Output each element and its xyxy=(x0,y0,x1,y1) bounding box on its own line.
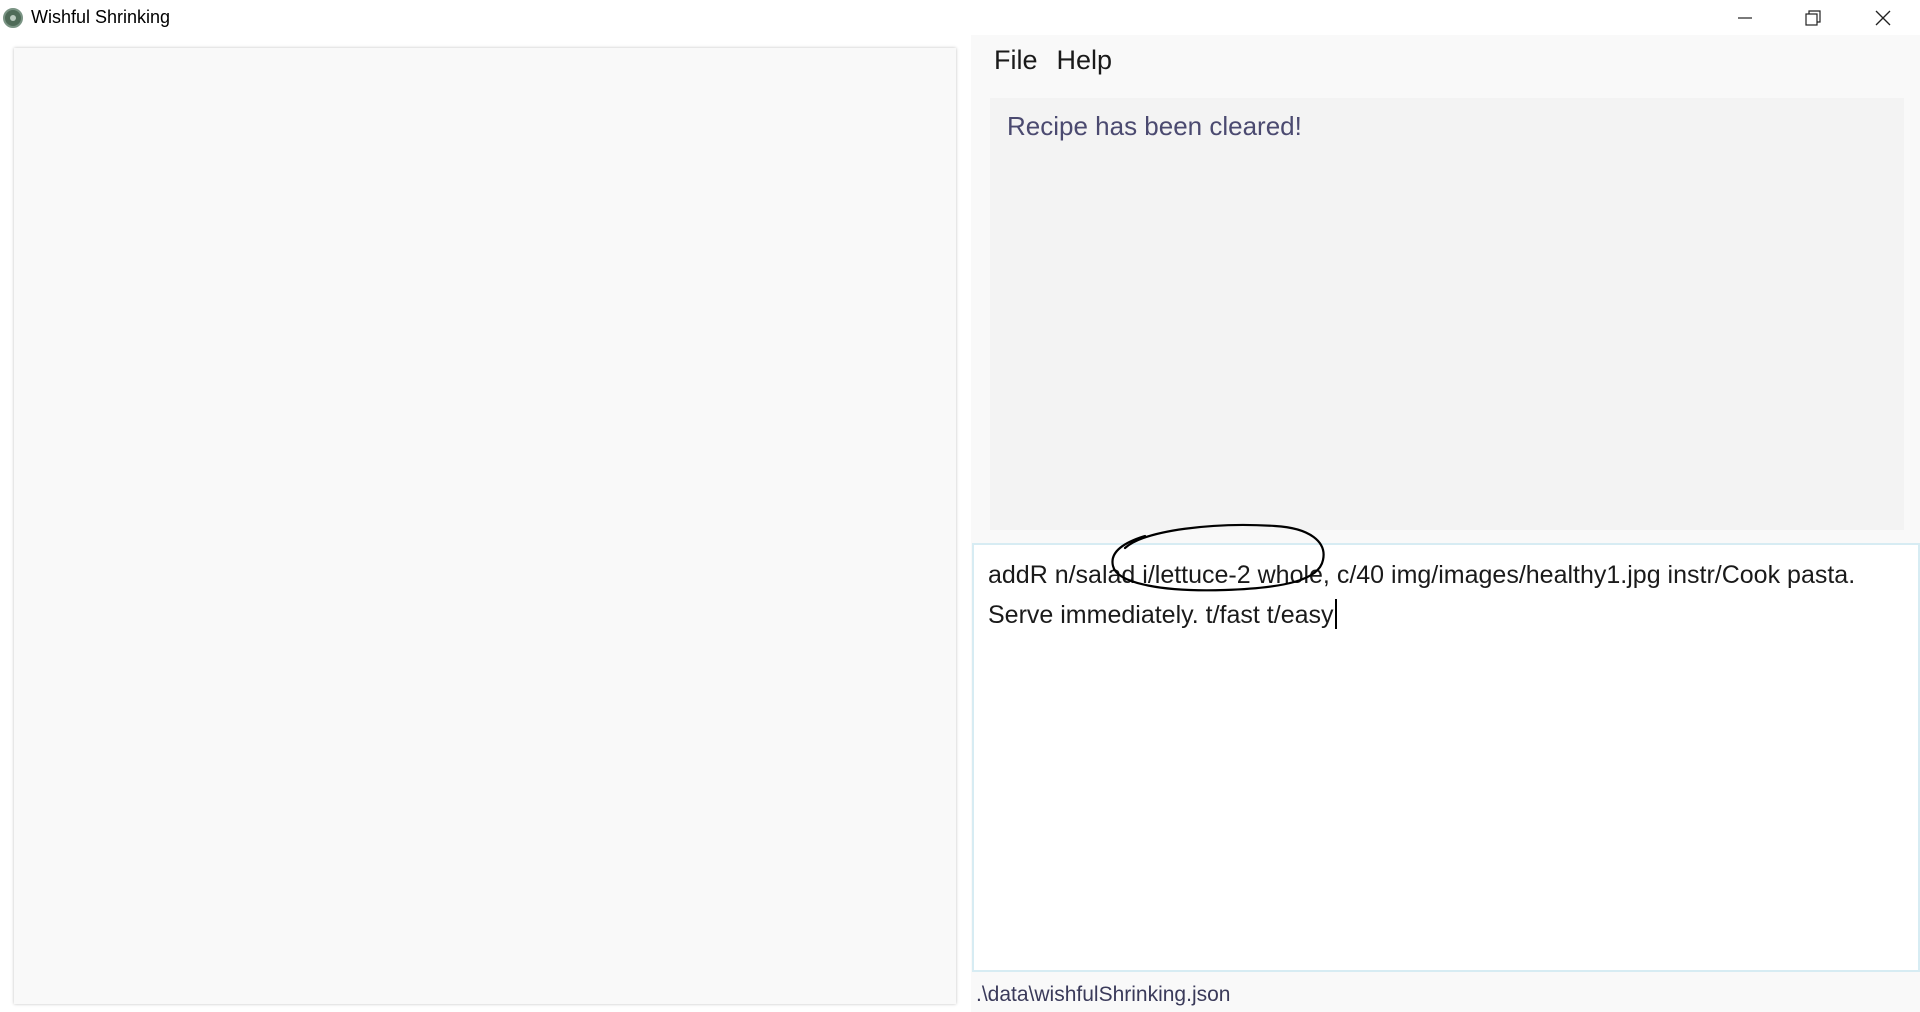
minimize-button[interactable] xyxy=(1710,0,1780,35)
recipe-list-panel[interactable] xyxy=(14,48,956,1004)
minimize-icon xyxy=(1738,11,1752,25)
menu-file[interactable]: File xyxy=(971,40,1052,80)
restore-icon xyxy=(1805,9,1821,26)
title-bar: Wishful Shrinking xyxy=(0,0,1920,35)
text-caret xyxy=(1334,599,1337,629)
result-message: Recipe has been cleared! xyxy=(1007,111,1302,141)
restore-button[interactable] xyxy=(1778,0,1848,35)
status-bar-file-path: .\data\wishfulShrinking.json xyxy=(976,983,1231,1006)
result-display: Recipe has been cleared! xyxy=(990,98,1904,530)
app-logo-icon xyxy=(3,8,23,28)
command-box[interactable]: addR n/salad i/lettuce-2 whole, c/40 img… xyxy=(972,543,1920,972)
close-button[interactable] xyxy=(1848,0,1918,35)
menu-bar: File Help xyxy=(971,40,1126,80)
close-icon xyxy=(1875,10,1891,26)
menu-help[interactable]: Help xyxy=(1052,40,1127,80)
command-input-text: addR n/salad i/lettuce-2 whole, c/40 img… xyxy=(988,561,1863,629)
command-input[interactable]: addR n/salad i/lettuce-2 whole, c/40 img… xyxy=(988,555,1908,635)
window-title: Wishful Shrinking xyxy=(31,7,171,27)
